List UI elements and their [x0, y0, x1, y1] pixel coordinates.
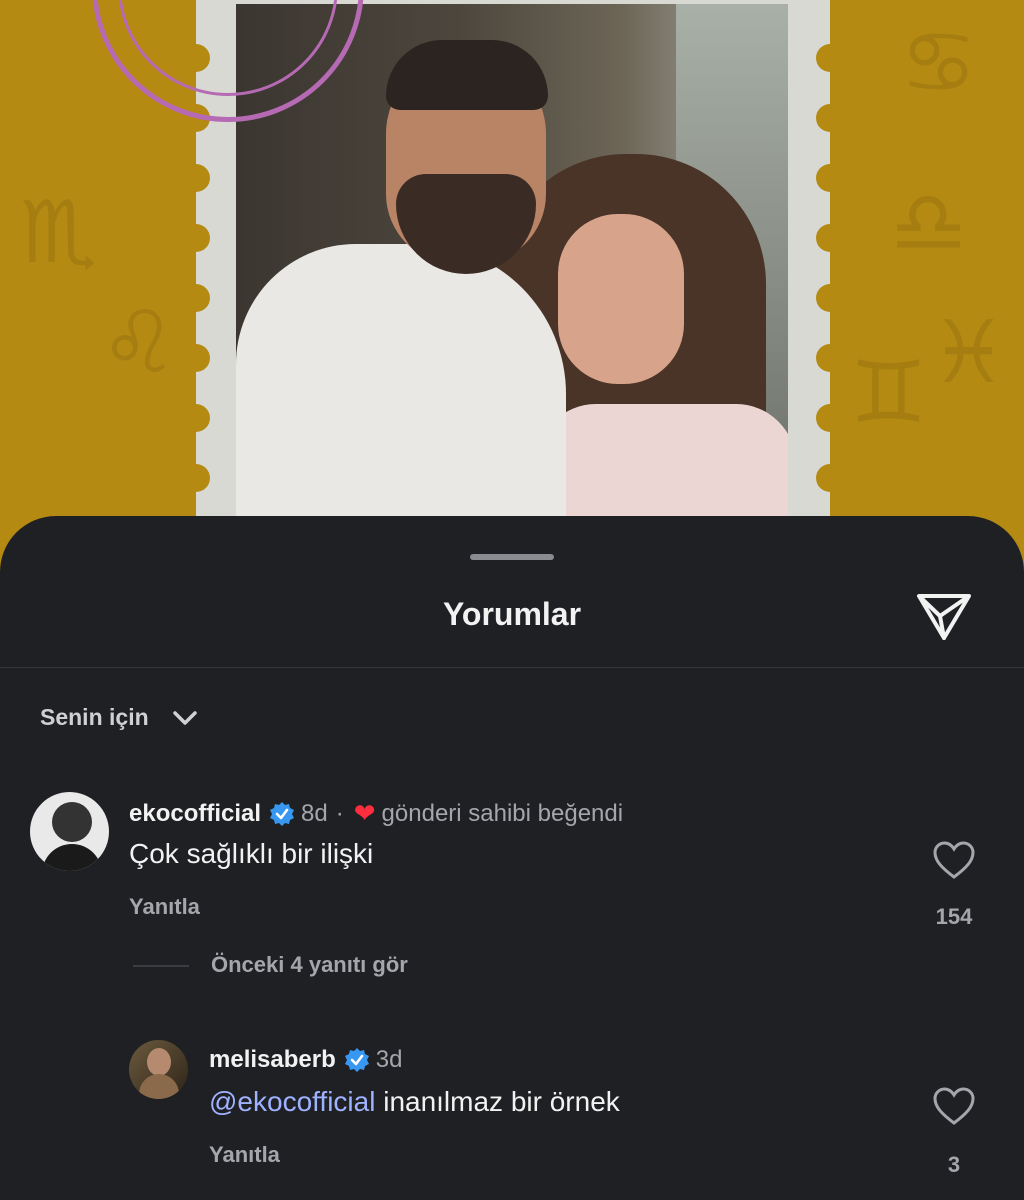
- heart-outline-icon[interactable]: [932, 840, 976, 880]
- avatar[interactable]: [30, 792, 109, 871]
- comments-sheet: Yorumlar Senin için ekocofficial 8d · ❤ …: [0, 516, 1024, 1200]
- avatar[interactable]: [129, 1040, 188, 1099]
- mention-link[interactable]: @ekocofficial: [209, 1086, 375, 1117]
- zodiac-pisces-icon: ♓: [930, 303, 1008, 403]
- zodiac-leo-icon: ♌: [100, 293, 178, 393]
- reply-username[interactable]: melisaberb: [209, 1046, 336, 1074]
- sheet-title: Yorumlar: [442, 596, 582, 632]
- liked-by-author-label: gönderi sahibi beğendi: [381, 799, 624, 827]
- comment-text: Çok sağlıklı bir ilişki: [129, 838, 374, 869]
- thread-line: [133, 965, 189, 967]
- view-previous-replies-button[interactable]: Önceki 4 yanıtı gör: [211, 952, 408, 978]
- heart-outline-icon[interactable]: [932, 1086, 976, 1126]
- like-count: 3: [947, 1152, 961, 1177]
- zodiac-gemini-icon: ♊: [850, 343, 928, 443]
- sort-label: Senin için: [40, 704, 149, 730]
- reply-meta: melisaberb 3d: [209, 1046, 402, 1074]
- header-divider: [0, 667, 1024, 668]
- sort-dropdown[interactable]: Senin için: [40, 704, 199, 731]
- chevron-down-icon: [172, 710, 197, 725]
- zodiac-libra-icon: ♎: [890, 173, 968, 273]
- meta-separator: ·: [335, 799, 344, 827]
- verified-badge-icon: [344, 1048, 369, 1072]
- reply-button[interactable]: Yanıtla: [129, 894, 200, 920]
- comment-meta: ekocofficial 8d · ❤ gönderi sahibi beğen…: [129, 798, 623, 829]
- comment-time: 8d: [301, 799, 328, 827]
- reply-button[interactable]: Yanıtla: [209, 1142, 280, 1168]
- paper-plane-icon[interactable]: [914, 588, 974, 644]
- reply-body: inanılmaz bir örnek: [383, 1086, 620, 1117]
- verified-badge-icon: [270, 801, 295, 826]
- zodiac-scorpio-icon: ♏: [20, 183, 98, 283]
- reply-text: @ekocofficial inanılmaz bir örnek: [209, 1086, 620, 1118]
- reply-time: 3d: [375, 1046, 403, 1073]
- sheet-drag-handle[interactable]: [470, 554, 554, 560]
- comment-username[interactable]: ekocofficial: [129, 800, 261, 828]
- like-count: 154: [935, 904, 973, 929]
- zodiac-cancer-icon: ♋: [900, 13, 978, 113]
- heart-filled-icon: ❤: [353, 798, 376, 828]
- post-image-background: ♋ ♎ ♓ ♊ ♏ ♌: [0, 0, 1024, 600]
